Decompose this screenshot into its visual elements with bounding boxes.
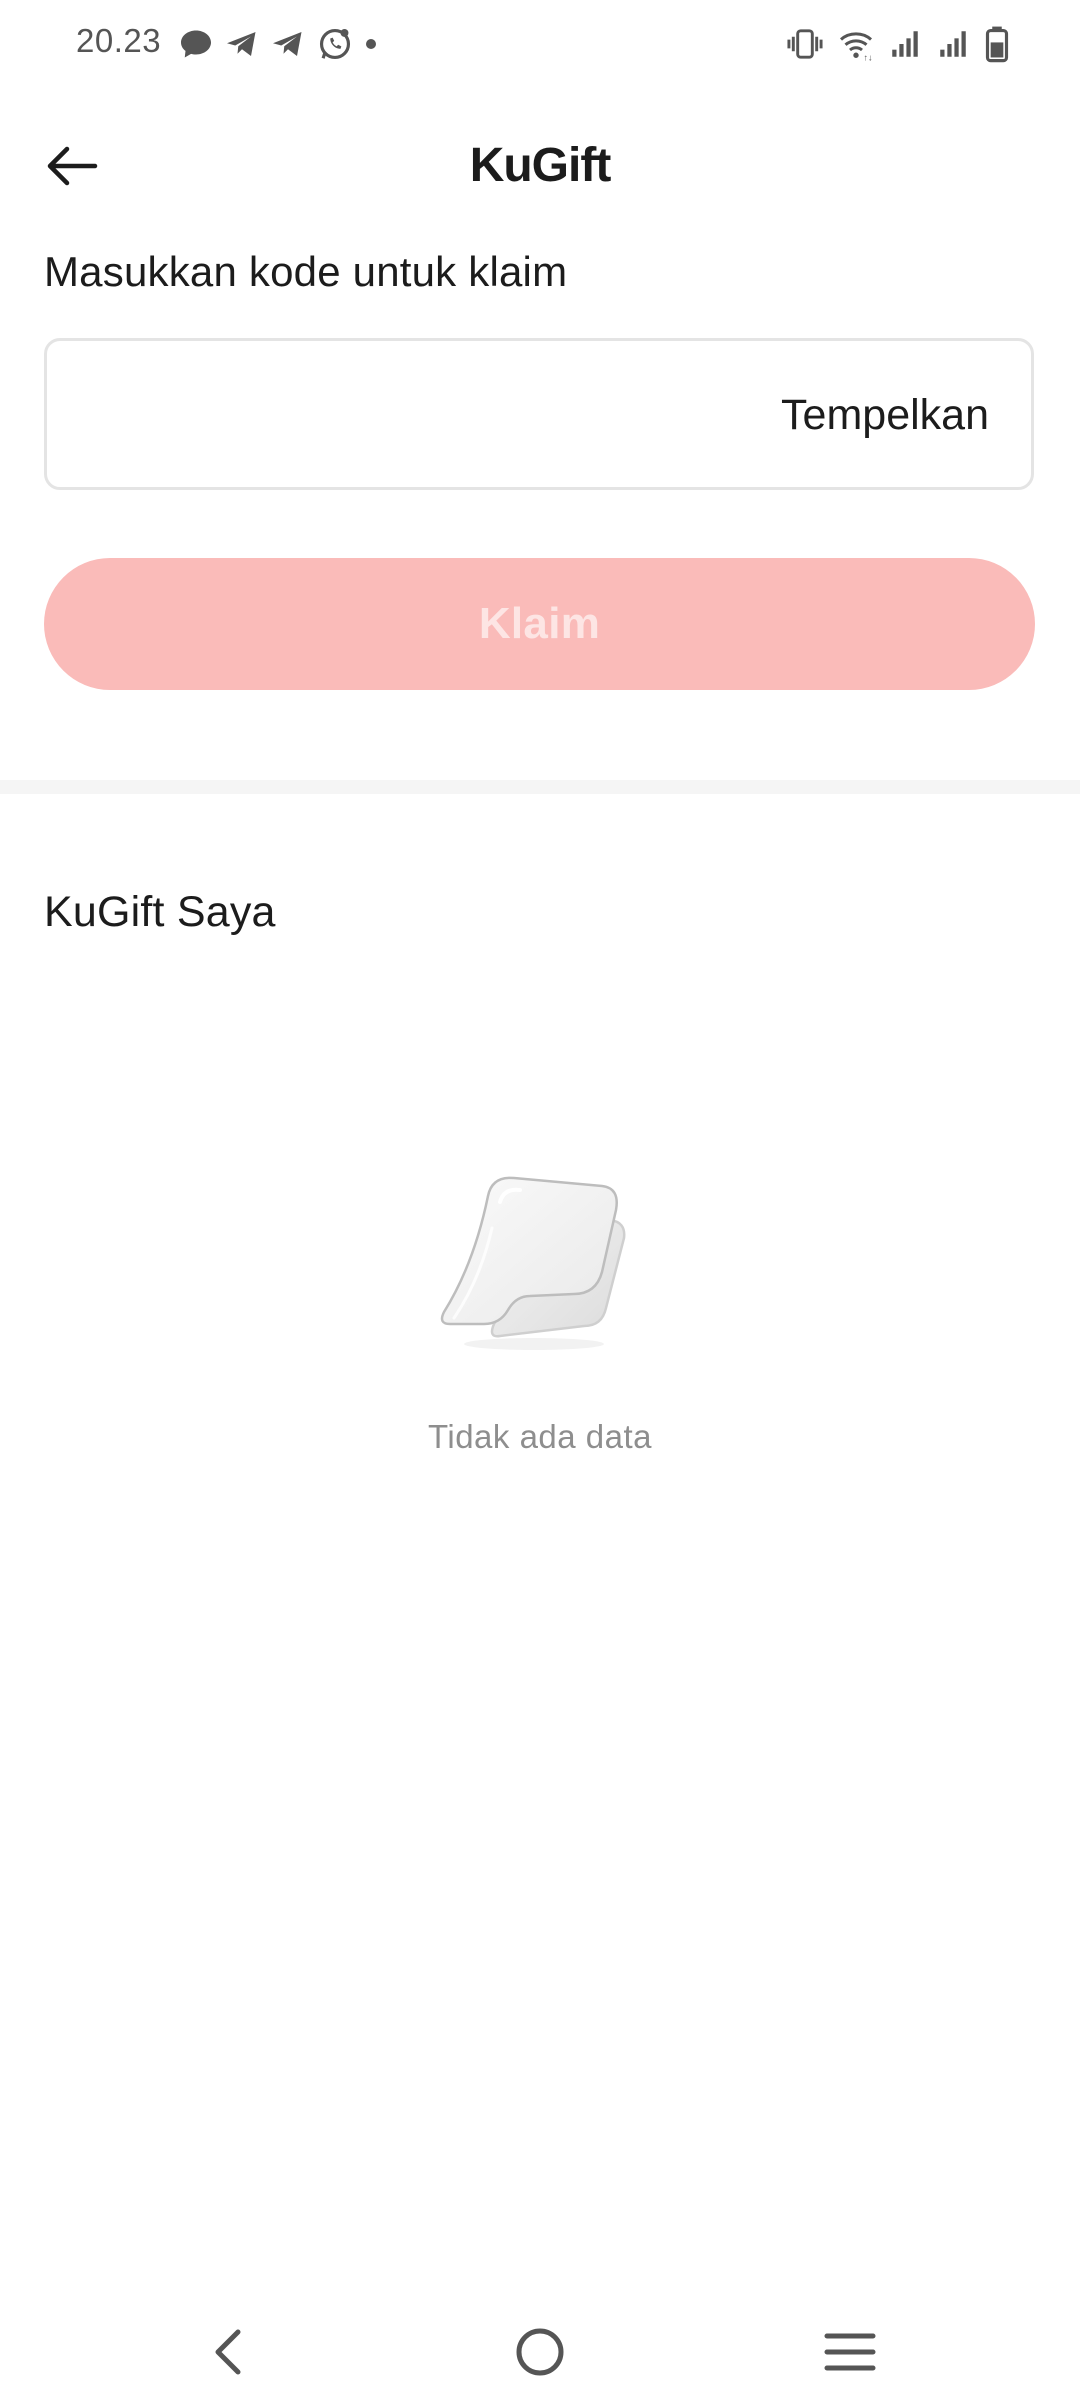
- nav-back-icon: [215, 2329, 241, 2375]
- vibrate-icon: [786, 26, 824, 62]
- signal-icon: [936, 27, 970, 61]
- system-nav-bar: [0, 2300, 1080, 2408]
- telegram-icon: [270, 26, 306, 62]
- nav-back-button[interactable]: [188, 2320, 268, 2384]
- system-icons: ↑↓: [786, 22, 1010, 66]
- telegram-icon: [224, 26, 260, 62]
- signal-icon: [888, 27, 922, 61]
- svg-text:↑↓: ↑↓: [864, 53, 873, 63]
- nav-home-icon: [516, 2328, 564, 2376]
- battery-icon: [984, 25, 1010, 63]
- status-bar: 20.23 ↑↓: [0, 0, 1080, 90]
- nav-home-button[interactable]: [500, 2320, 580, 2384]
- nav-menu-button[interactable]: [810, 2320, 890, 2384]
- whatsapp-business-icon: [316, 25, 354, 63]
- nav-menu-icon: [824, 2333, 876, 2371]
- page-title: KuGift: [469, 139, 612, 192]
- section-divider: [0, 780, 1080, 794]
- empty-state-text: Tidak ada data: [427, 1418, 653, 1455]
- wifi-icon: ↑↓: [838, 26, 874, 62]
- status-time: 20.23: [76, 22, 162, 59]
- claim-code-input[interactable]: [71, 341, 755, 489]
- my-gifts-title: KuGift Saya: [44, 888, 276, 936]
- notification-icons: [178, 22, 378, 66]
- empty-box-icon: [430, 1168, 650, 1358]
- app-header: KuGift: [0, 110, 1080, 220]
- chat-bubble-icon: [178, 26, 214, 62]
- kugift-screen: 20.23 ↑↓ KuGift Masukkan kode untuk klai…: [0, 0, 1080, 2408]
- claim-code-label: Masukkan kode untuk klaim: [44, 248, 568, 295]
- dot-icon: [364, 37, 378, 51]
- paste-button[interactable]: Tempelkan: [781, 391, 989, 440]
- claim-button[interactable]: Klaim: [44, 558, 1035, 690]
- claim-code-field[interactable]: Tempelkan: [44, 338, 1034, 490]
